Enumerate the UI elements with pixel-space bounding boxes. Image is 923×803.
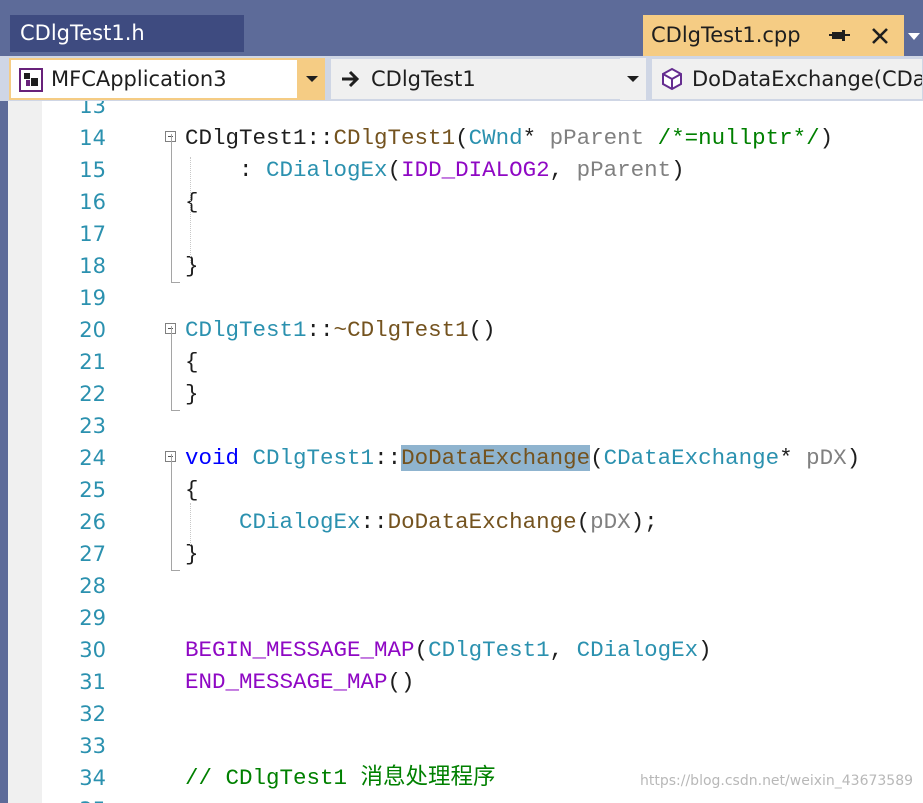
- project-dropdown[interactable]: MFCApplication3: [9, 58, 299, 100]
- line-number: 13: [79, 101, 106, 118]
- code-line: 33: [42, 730, 923, 762]
- code-line: 28: [42, 570, 923, 602]
- line-number: 31: [79, 670, 106, 694]
- line-number: 33: [79, 734, 106, 758]
- code-line: 25 {: [42, 474, 923, 506]
- code-line: 35: [42, 794, 923, 803]
- line-number: 20: [79, 318, 106, 342]
- code-line: 13: [42, 101, 923, 122]
- line-number: 27: [79, 542, 106, 566]
- line-number: 16: [79, 190, 106, 214]
- line-number: 18: [79, 254, 106, 278]
- line-number: 19: [79, 286, 106, 310]
- line-number: 28: [79, 574, 106, 598]
- code-line: 19: [42, 282, 923, 314]
- line-number: 23: [79, 414, 106, 438]
- project-name: MFCApplication3: [51, 67, 227, 91]
- member-name: DoDataExchange(CDataExchange* pDX): [692, 67, 922, 91]
- class-name: CDlgTest1: [371, 67, 476, 91]
- member-dropdown[interactable]: DoDataExchange(CDataExchange* pDX): [651, 58, 923, 100]
- chevron-down-icon: [627, 76, 639, 82]
- watermark: https://blog.csdn.net/weixin_43673589: [640, 773, 914, 789]
- tab-cdlgtest1-h[interactable]: CDlgTest1.h: [10, 15, 244, 52]
- line-number: 30: [79, 638, 106, 662]
- code-line: 20 CDlgTest1::~CDlgTest1(): [42, 314, 923, 346]
- code-line: 31 END_MESSAGE_MAP(): [42, 666, 923, 698]
- document-tab-bar: CDlgTest1.h CDlgTest1.cpp: [0, 0, 923, 56]
- tab-label: CDlgTest1.h: [20, 21, 145, 45]
- close-icon[interactable]: [869, 25, 891, 47]
- code-line: 24 void CDlgTest1::DoDataExchange(CDataE…: [42, 442, 923, 474]
- code-line: 22 }: [42, 378, 923, 410]
- code-line: 27 }: [42, 538, 923, 570]
- code-line: 32: [42, 698, 923, 730]
- code-line: 16 {: [42, 186, 923, 218]
- highlighted-symbol: DoDataExchange: [401, 445, 591, 471]
- method-cube-icon: [662, 67, 682, 91]
- line-number: 24: [79, 446, 106, 470]
- project-dropdown-arrow[interactable]: [299, 58, 325, 100]
- line-number: 26: [79, 510, 106, 534]
- tab-overflow-icon[interactable]: [906, 28, 922, 44]
- class-dropdown-arrow[interactable]: [620, 58, 646, 100]
- code-line: 26 CDialogEx::DoDataExchange(pDX);: [42, 506, 923, 538]
- code-editor[interactable]: 13 14 CDlgTest1::CDlgTest1(CWnd* pParent…: [42, 101, 923, 803]
- line-number: 29: [79, 606, 106, 630]
- project-icon: [19, 68, 43, 92]
- indicator-margin: [8, 101, 42, 803]
- code-line: 30 BEGIN_MESSAGE_MAP(CDlgTest1, CDialogE…: [42, 634, 923, 666]
- line-number: 34: [79, 766, 106, 790]
- navigation-bar: MFCApplication3 CDlgTest1 DoDataExchange…: [0, 56, 923, 101]
- code-line: 14 CDlgTest1::CDlgTest1(CWnd* pParent /*…: [42, 122, 923, 154]
- class-dropdown[interactable]: CDlgTest1: [330, 58, 624, 100]
- code-line: 17: [42, 218, 923, 250]
- arrow-right-icon: [342, 70, 360, 88]
- code-line: 23: [42, 410, 923, 442]
- code-line: 18 }: [42, 250, 923, 282]
- tab-label: CDlgTest1.cpp: [651, 23, 801, 47]
- line-number: 17: [79, 222, 106, 246]
- line-number: 35: [42, 794, 106, 803]
- line-number: 14: [79, 126, 106, 150]
- chevron-down-icon: [306, 76, 318, 82]
- line-number: 15: [79, 158, 106, 182]
- tab-cdlgtest1-cpp[interactable]: CDlgTest1.cpp: [643, 15, 904, 56]
- line-number: 22: [79, 382, 106, 406]
- code-line: 15 : CDialogEx(IDD_DIALOG2, pParent): [42, 154, 923, 186]
- line-number: 32: [79, 702, 106, 726]
- window-border: [0, 101, 8, 803]
- code-line: 21 {: [42, 346, 923, 378]
- code-line: 29: [42, 602, 923, 634]
- line-number: 25: [79, 478, 106, 502]
- pin-icon[interactable]: [829, 27, 851, 45]
- line-number: 21: [79, 350, 106, 374]
